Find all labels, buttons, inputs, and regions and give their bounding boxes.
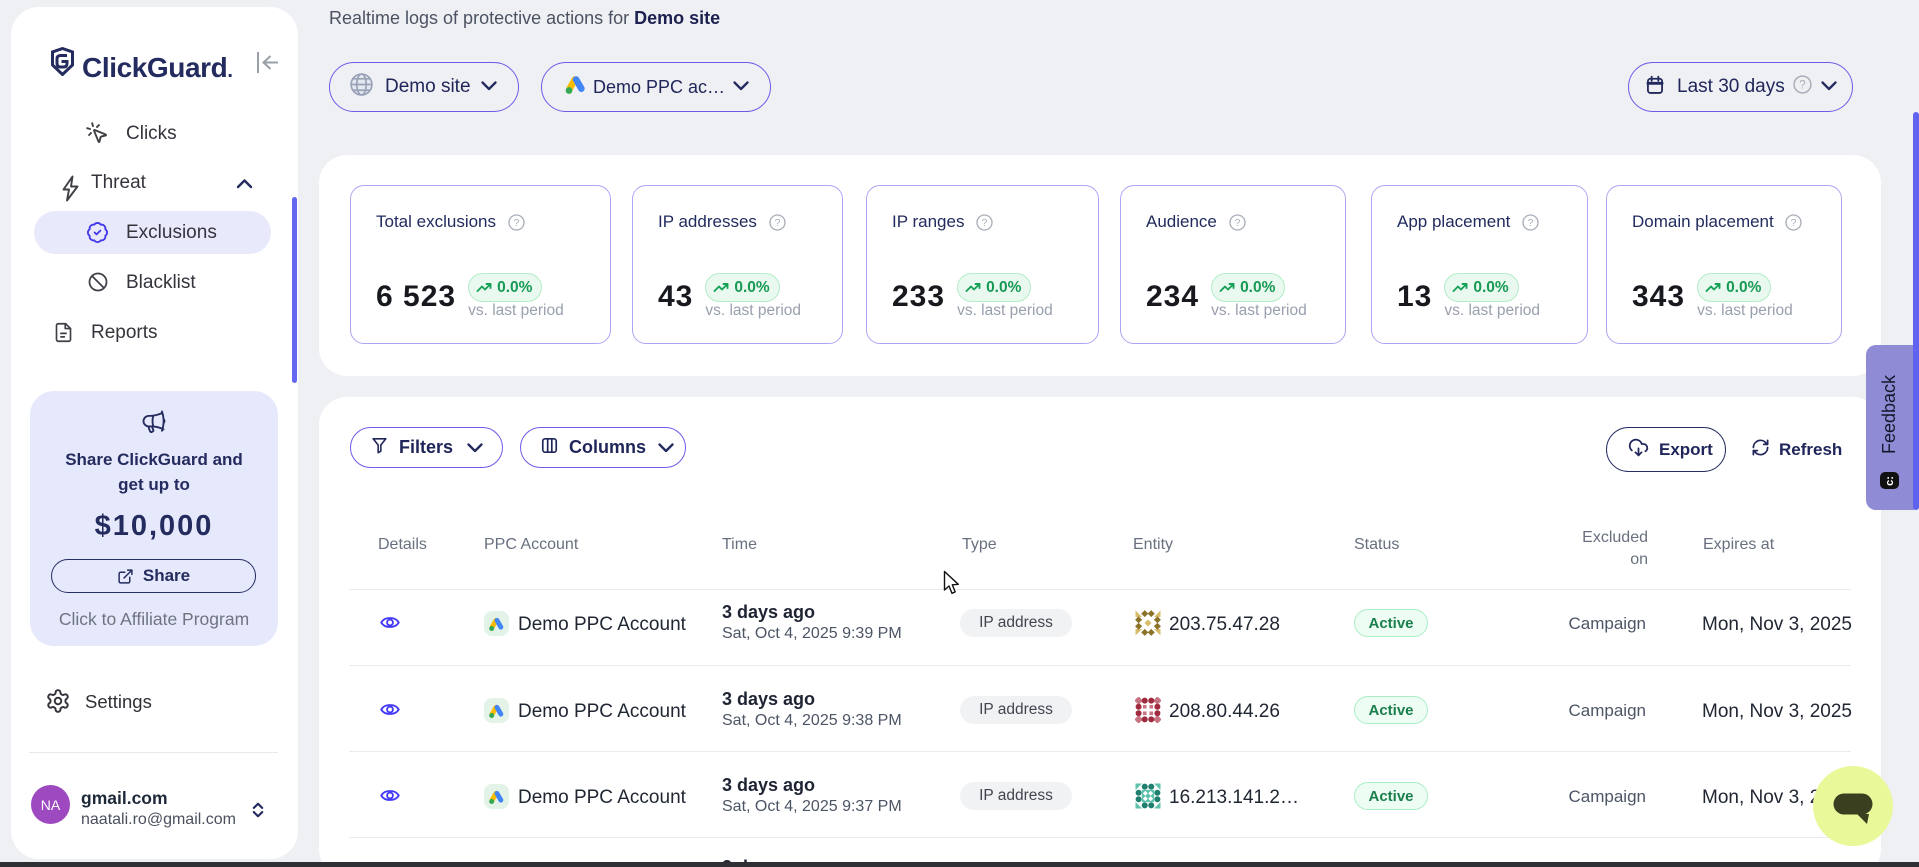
svg-text:?: ? <box>1234 218 1240 229</box>
svg-text:?: ? <box>982 218 988 229</box>
svg-text:?: ? <box>1791 218 1797 229</box>
svg-text:?: ? <box>1799 80 1805 92</box>
svg-text:?: ? <box>1528 218 1534 229</box>
svg-text:?: ? <box>774 218 780 229</box>
svg-text:?: ? <box>513 218 519 229</box>
